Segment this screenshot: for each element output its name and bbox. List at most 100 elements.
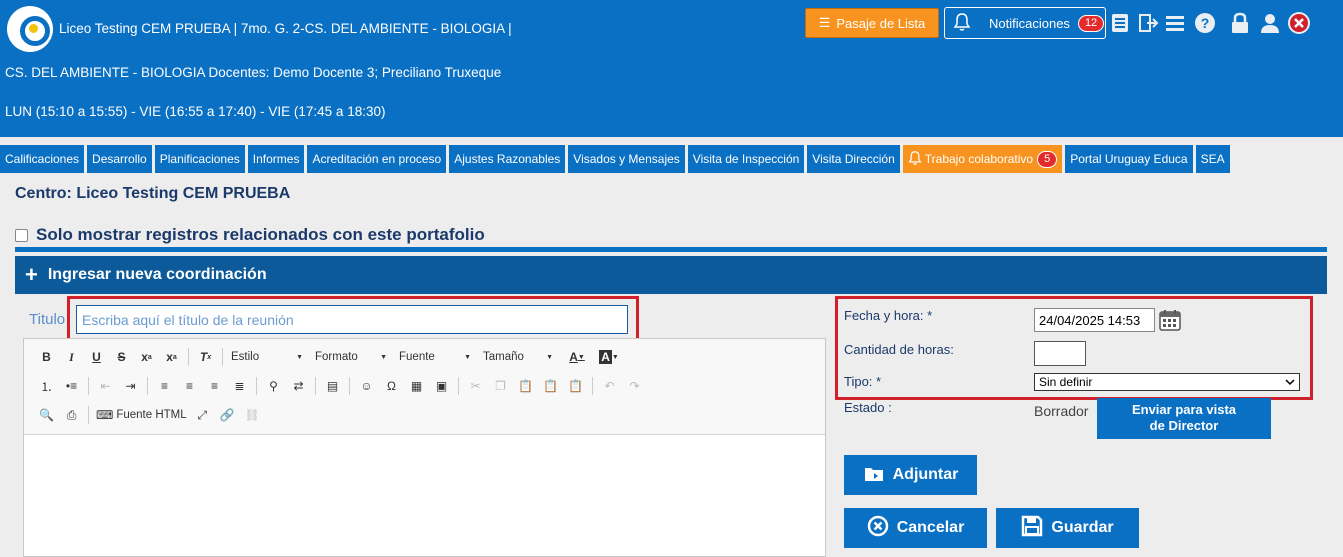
tamano-label: Tamaño (483, 351, 524, 363)
decrease-indent-icon[interactable]: ⇤ (93, 375, 118, 397)
titulo-label: Titulo (29, 311, 66, 328)
list-icon: ☰ (818, 15, 831, 30)
tab-trabajo-colaborativo[interactable]: Trabajo colaborativo 5 (902, 145, 1063, 173)
tab-label: Visita de Inspección (692, 152, 800, 166)
help-icon[interactable]: ? (1193, 11, 1217, 35)
estilo-dropdown[interactable]: Estilo ▼ (227, 346, 307, 368)
cancelar-label: Cancelar (896, 519, 965, 536)
table-icon[interactable]: ▦ (404, 375, 429, 397)
dropdown-arrow-icon: ▼ (296, 353, 303, 361)
toolbar-separator (147, 377, 148, 395)
solo-registros-checkbox-row[interactable]: Solo mostrar registros relacionados con … (15, 225, 485, 245)
highlight-box (67, 296, 639, 342)
superscript-icon[interactable]: xa (159, 346, 184, 368)
source-html-label: Fuente HTML (116, 409, 187, 421)
ingresar-coordinacion-label: Ingresar nueva coordinación (47, 266, 267, 283)
tab-calificaciones[interactable]: Calificaciones (0, 145, 85, 173)
unlink-icon[interactable]: ⛓ (240, 404, 265, 426)
notifications-button[interactable]: Notificaciones 12 (944, 7, 1106, 39)
align-justify-icon[interactable]: ≣ (227, 375, 252, 397)
bell-icon (953, 12, 971, 35)
paste-icon[interactable]: 📋 (513, 375, 538, 397)
divider (15, 247, 1327, 252)
attach-icon (863, 462, 885, 489)
pasaje-de-lista-button[interactable]: ☰ Pasaje de Lista (805, 8, 939, 38)
enviar-director-button[interactable]: Enviar para vista de Director (1097, 398, 1271, 439)
align-right-icon[interactable]: ≡ (202, 375, 227, 397)
tab-label: Visados y Mensajes (573, 152, 680, 166)
tab-sea[interactable]: SEA (1195, 145, 1230, 173)
source-html-button[interactable]: ⌨ Fuente HTML (93, 404, 190, 426)
dropdown-arrow-icon: ▼ (464, 353, 471, 361)
tab-visita-inspeccion[interactable]: Visita de Inspección (687, 145, 805, 173)
background-color-icon[interactable]: A ▼ (593, 346, 625, 368)
tab-label: Visita Dirección (812, 152, 895, 166)
align-left-icon[interactable]: ≡ (152, 375, 177, 397)
guardar-button[interactable]: Guardar (996, 508, 1139, 548)
italic-icon[interactable]: I (59, 346, 84, 368)
tab-acreditacion[interactable]: Acreditación en proceso (307, 145, 447, 173)
tab-desarrollo[interactable]: Desarrollo (87, 145, 152, 173)
fuente-dropdown[interactable]: Fuente ▼ (395, 346, 475, 368)
tab-label: Ajustes Razonables (454, 152, 561, 166)
dropdown-arrow-icon: ▼ (380, 353, 387, 361)
text-color-icon[interactable]: A ▼ (561, 346, 593, 368)
document-list-icon[interactable] (1108, 11, 1132, 35)
ingresar-coordinacion-header[interactable]: + Ingresar nueva coordinación (15, 256, 1327, 294)
smiley-icon[interactable]: ☺ (354, 375, 379, 397)
link-icon[interactable]: 🔗 (215, 404, 240, 426)
tab-label: Acreditación en proceso (312, 152, 442, 166)
tamano-dropdown[interactable]: Tamaño ▼ (479, 346, 557, 368)
svg-text:?: ? (1201, 15, 1210, 31)
find-icon[interactable]: ⚲ (261, 375, 286, 397)
solo-registros-label: Solo mostrar registros relacionados con … (36, 225, 485, 244)
lock-icon[interactable] (1228, 11, 1252, 35)
replace-icon[interactable]: ⇄ (286, 375, 311, 397)
guardar-label: Guardar (1051, 519, 1114, 536)
estado-label: Estado : (844, 400, 892, 415)
header-teachers-line: CS. DEL AMBIENTE - BIOLOGIA Docentes: De… (5, 65, 502, 80)
tab-label: Planificaciones (159, 152, 240, 166)
print-icon[interactable]: ⎙ (59, 404, 84, 426)
solo-registros-checkbox[interactable] (15, 228, 28, 242)
tab-label: Calificaciones (5, 152, 80, 166)
bold-icon[interactable]: B (34, 346, 59, 368)
page-break-icon[interactable]: ▤ (320, 375, 345, 397)
formato-dropdown[interactable]: Formato ▼ (311, 346, 391, 368)
align-center-icon[interactable]: ≡ (177, 375, 202, 397)
tab-visados-mensajes[interactable]: Visados y Mensajes (568, 145, 685, 173)
redo-icon[interactable]: ↷ (622, 375, 647, 397)
editor-toolbar: B I U S xa xa Tx Estilo ▼ Formato ▼ Fuente… (24, 339, 825, 435)
increase-indent-icon[interactable]: ⇥ (118, 375, 143, 397)
header-schedule-line: LUN (15:10 a 15:55) - VIE (16:55 a 17:40… (5, 104, 386, 119)
save-disk-icon (1021, 515, 1043, 542)
tab-visita-direccion[interactable]: Visita Dirección (807, 145, 900, 173)
subscript-icon[interactable]: xa (134, 346, 159, 368)
numbered-list-icon[interactable]: ⒈ (34, 375, 59, 397)
underline-icon[interactable]: U (84, 346, 109, 368)
tab-planificaciones[interactable]: Planificaciones (154, 145, 245, 173)
tab-portal-uruguay-educa[interactable]: Portal Uruguay Educa (1065, 145, 1193, 173)
adjuntar-button[interactable]: Adjuntar (844, 455, 977, 495)
paste-word-icon[interactable]: 📋 (563, 375, 588, 397)
tab-ajustes-razonables[interactable]: Ajustes Razonables (449, 145, 566, 173)
maximize-icon[interactable]: ⤢ (190, 404, 215, 426)
preview-icon[interactable]: 🔍 (34, 404, 59, 426)
undo-icon[interactable]: ↶ (597, 375, 622, 397)
user-icon[interactable] (1258, 11, 1282, 35)
export-icon[interactable] (1136, 11, 1160, 35)
cut-icon[interactable]: ✂ (463, 375, 488, 397)
bullet-list-icon[interactable]: •≡ (59, 375, 84, 397)
image-icon[interactable]: ▣ (429, 375, 454, 397)
special-char-icon[interactable]: Ω (379, 375, 404, 397)
tab-informes[interactable]: Informes (247, 145, 305, 173)
strikethrough-icon[interactable]: S (109, 346, 134, 368)
rich-text-editor: B I U S xa xa Tx Estilo ▼ Formato ▼ Fuente… (23, 338, 826, 557)
paste-text-icon[interactable]: 📋 (538, 375, 563, 397)
menu-icon[interactable] (1163, 11, 1187, 35)
cancelar-button[interactable]: Cancelar (844, 508, 987, 548)
close-session-icon[interactable] (1287, 11, 1311, 35)
copy-icon[interactable]: ❐ (488, 375, 513, 397)
remove-format-icon[interactable]: Tx (193, 346, 218, 368)
toolbar-row: ⒈ •≡ ⇤ ⇥ ≡ ≡ ≡ ≣ ⚲ ⇄ ▤ ☺ Ω ▦ ▣ ✂ ❐ 📋 📋 📋 (34, 375, 647, 397)
